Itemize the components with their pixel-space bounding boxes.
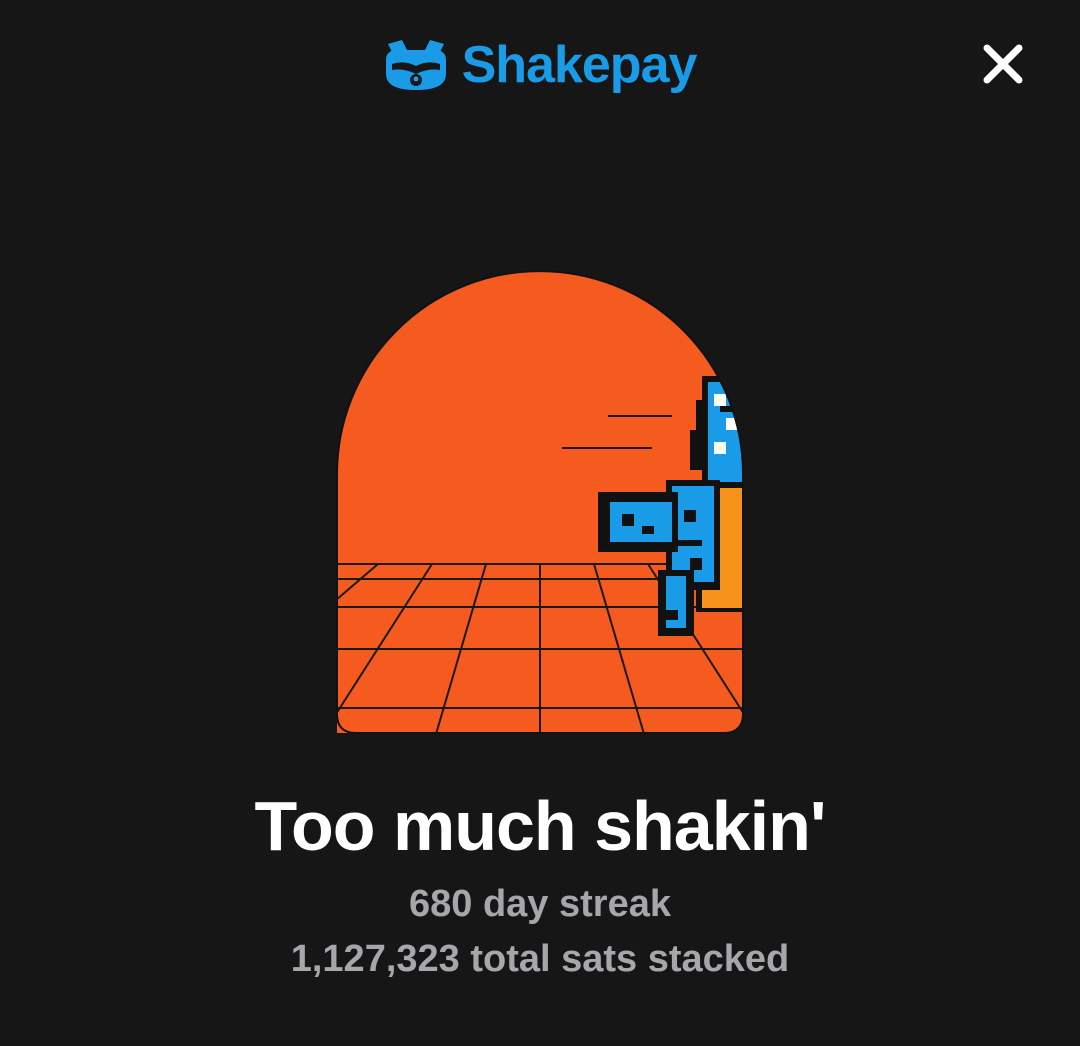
achievement-screen: Shakepay Too much shakin' 680 day streak… bbox=[0, 0, 1080, 1046]
brand-name: Shakepay bbox=[461, 36, 698, 94]
achievement-title: Too much shakin' bbox=[254, 787, 826, 865]
close-button[interactable] bbox=[978, 42, 1028, 90]
close-icon bbox=[981, 42, 1025, 91]
brand-header: Shakepay bbox=[0, 30, 1080, 100]
sats-stacked: 1,127,323 total sats stacked bbox=[290, 938, 790, 980]
pixel-raccoon-running-scene bbox=[336, 270, 744, 734]
streak-count: 680 day streak bbox=[409, 883, 671, 925]
raccoon-logo-icon bbox=[384, 38, 448, 92]
